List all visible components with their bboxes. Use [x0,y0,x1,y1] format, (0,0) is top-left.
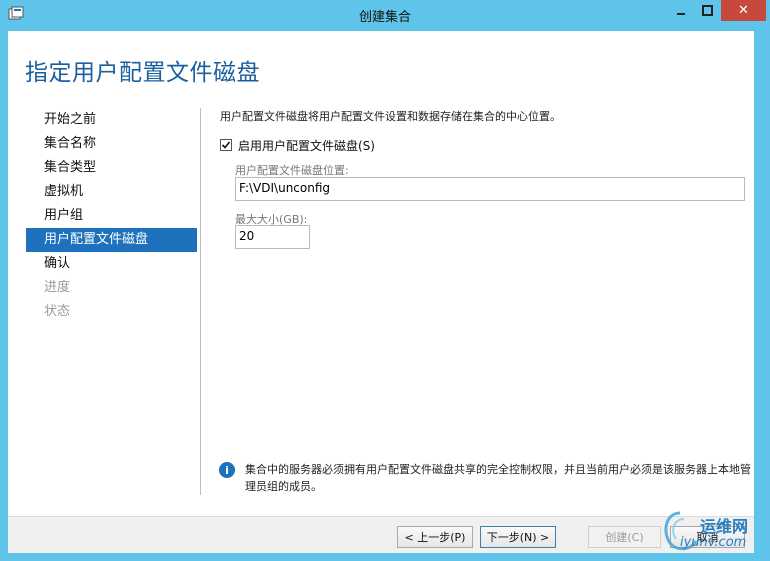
enable-profile-disks-option[interactable]: 启用用户配置文件磁盘(S) [220,137,375,153]
profile-disk-location-input[interactable]: F:\VDI\unconfig [235,177,745,201]
nav-item-user-groups[interactable]: 用户组 [26,204,197,228]
window-title: 创建集合 [358,10,411,25]
page-heading: 指定用户配置文件磁盘 [25,60,260,86]
watermark-text-top: 运维网 [700,517,749,536]
maximize-button[interactable] [694,0,721,21]
create-collection-window: 创建集合 ✕ 指定用户配置文件磁盘 开始之前 集合名称 集合类型 虚拟机 用户组… [0,0,770,561]
nav-item-user-profile-disks[interactable]: 用户配置文件磁盘 [26,228,197,252]
minimize-button[interactable] [667,0,694,21]
maximize-icon [702,5,713,16]
minimize-icon [676,12,685,15]
previous-button[interactable]: < 上一步(P) [397,526,473,548]
enable-profile-disks-label: 启用用户配置文件磁盘(S) [238,138,375,153]
title-bar[interactable]: 创建集合 ✕ [0,0,770,30]
nav-item-status: 状态 [44,304,71,319]
nav-item-progress: 进度 [44,280,71,295]
checkmark-icon [221,141,231,149]
next-button[interactable]: 下一步(N) > [480,526,556,548]
nav-item-before-you-begin[interactable]: 开始之前 [26,108,197,132]
info-icon: i [219,462,235,478]
nav-item-virtual-machines[interactable]: 虚拟机 [26,180,197,204]
info-text: 集合中的服务器必须拥有用户配置文件磁盘共享的完全控制权限，并且当前用户必须是该服… [245,463,751,493]
create-button: 创建(C) [588,526,661,548]
info-message: i 集合中的服务器必须拥有用户配置文件磁盘共享的完全控制权限，并且当前用户必须是… [219,461,755,495]
enable-profile-disks-checkbox[interactable] [220,139,232,151]
site-watermark: 运维网 iyunv.com [660,507,764,557]
wizard-footer: < 上一步(P) 下一步(N) > 创建(C) 取消 [8,516,754,553]
nav-item-collection-name[interactable]: 集合名称 [26,132,197,156]
watermark-text-bottom: iyunv.com [680,535,747,550]
max-size-input[interactable]: 20 [235,225,310,249]
wizard-nav: 开始之前 集合名称 集合类型 虚拟机 用户组 用户配置文件磁盘 确认 进度 状态 [26,108,197,324]
page-description: 用户配置文件磁盘将用户配置文件设置和数据存储在集合的中心位置。 [220,110,561,123]
wizard-body: 指定用户配置文件磁盘 开始之前 集合名称 集合类型 虚拟机 用户组 用户配置文件… [8,31,755,553]
nav-item-collection-type[interactable]: 集合类型 [26,156,197,180]
profile-disk-location-label: 用户配置文件磁盘位置: [235,164,349,177]
close-button[interactable]: ✕ [721,0,766,21]
close-icon: ✕ [738,3,749,18]
nav-divider [200,108,201,495]
nav-item-confirmation[interactable]: 确认 [26,252,197,276]
